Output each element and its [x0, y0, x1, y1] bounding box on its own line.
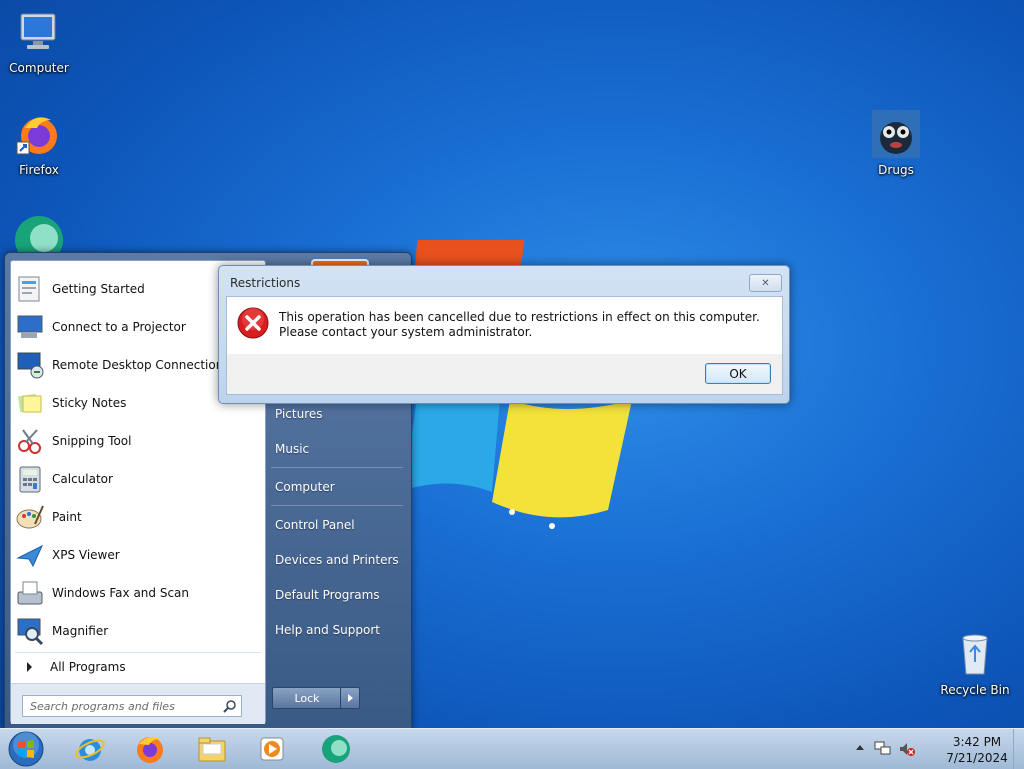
- getting-started-icon: [18, 276, 40, 302]
- places-separator: [271, 505, 403, 506]
- network-icon[interactable]: [874, 741, 892, 757]
- chevron-right-icon: [347, 694, 353, 702]
- magnifier-icon: [17, 618, 44, 646]
- calculator-icon: [19, 466, 41, 493]
- remote-desktop-icon: [17, 352, 44, 379]
- taskbar-firefox[interactable]: [128, 731, 172, 767]
- start-search-area: Search programs and files: [11, 683, 265, 724]
- taskbar-file-explorer[interactable]: [190, 731, 234, 767]
- program-paint[interactable]: Paint: [15, 499, 261, 535]
- paint-icon: [16, 505, 44, 529]
- all-programs-button[interactable]: All Programs: [15, 654, 261, 680]
- desktop-icon-firefox[interactable]: Firefox: [1, 110, 77, 177]
- link-computer[interactable]: Computer: [275, 480, 335, 494]
- taskbar-internet-explorer[interactable]: [68, 731, 112, 767]
- program-windows-fax-scan[interactable]: Windows Fax and Scan: [15, 575, 261, 611]
- search-icon[interactable]: [223, 699, 237, 713]
- desktop-icon-drugs[interactable]: Drugs: [858, 110, 934, 177]
- desktop-icon-recycle-bin[interactable]: Recycle Bin: [937, 630, 1013, 697]
- media-player-icon: [260, 737, 284, 761]
- show-hidden-icons-button[interactable]: [856, 745, 864, 750]
- programs-separator: [15, 652, 261, 653]
- app-icon[interactable]: [14, 214, 64, 254]
- firefox-icon: [137, 736, 163, 763]
- sticky-notes-icon: [17, 393, 42, 413]
- xps-viewer-icon: [16, 544, 44, 568]
- projector-icon: [17, 315, 43, 338]
- app-icon: [322, 735, 350, 763]
- program-xps-viewer[interactable]: XPS Viewer: [15, 537, 261, 573]
- search-input[interactable]: Search programs and files: [22, 695, 242, 717]
- start-button[interactable]: [6, 730, 46, 768]
- places-separator: [271, 467, 403, 468]
- program-snipping-tool[interactable]: Snipping Tool: [15, 423, 261, 459]
- internet-explorer-icon: [75, 739, 105, 761]
- dialog-title: Restrictions: [230, 276, 301, 290]
- show-desktop-button[interactable]: [1013, 729, 1024, 769]
- snipping-tool-icon: [18, 429, 41, 454]
- volume-muted-icon[interactable]: [898, 741, 916, 757]
- file-explorer-icon: [198, 737, 226, 762]
- dialog-footer: OK: [226, 354, 783, 395]
- system-tray: 3:42 PM 7/21/2024: [854, 729, 1024, 769]
- computer-icon: [20, 13, 56, 49]
- clock[interactable]: 3:42 PM 7/21/2024: [942, 734, 1012, 766]
- drugs-folder-icon: [872, 110, 920, 158]
- dialog-message: This operation has been cancelled due to…: [279, 310, 760, 339]
- clock-time: 3:42 PM: [952, 735, 1002, 749]
- search-placeholder: Search programs and files: [30, 699, 175, 713]
- lock-button[interactable]: Lock: [272, 687, 342, 709]
- chevron-right-icon: [27, 662, 32, 672]
- taskbar-app[interactable]: [314, 731, 358, 767]
- firefox-icon: [16, 117, 57, 155]
- link-help-support[interactable]: Help and Support: [275, 623, 380, 637]
- link-control-panel[interactable]: Control Panel: [275, 518, 355, 532]
- taskbar-media-player[interactable]: [250, 731, 294, 767]
- close-icon: ✕: [761, 277, 770, 289]
- link-default-programs[interactable]: Default Programs: [275, 588, 380, 602]
- desktop-icon-computer[interactable]: Computer: [1, 8, 77, 75]
- link-music[interactable]: Music: [275, 442, 309, 456]
- program-magnifier[interactable]: Magnifier: [15, 613, 261, 649]
- recycle-bin-icon: [962, 634, 988, 675]
- fax-scan-icon: [17, 581, 43, 605]
- link-devices-printers[interactable]: Devices and Printers: [275, 553, 399, 567]
- ok-button[interactable]: OK: [705, 363, 771, 384]
- program-calculator[interactable]: Calculator: [15, 461, 261, 497]
- restrictions-dialog: Restrictions ✕ This operation has been c…: [218, 265, 790, 404]
- taskbar: 3:42 PM 7/21/2024: [0, 728, 1024, 769]
- close-button[interactable]: ✕: [749, 274, 782, 292]
- dialog-body: This operation has been cancelled due to…: [226, 296, 783, 355]
- link-pictures[interactable]: Pictures: [275, 407, 323, 421]
- clock-date: 7/21/2024: [946, 751, 1008, 765]
- error-icon: [237, 307, 269, 339]
- power-options-button[interactable]: [340, 687, 360, 709]
